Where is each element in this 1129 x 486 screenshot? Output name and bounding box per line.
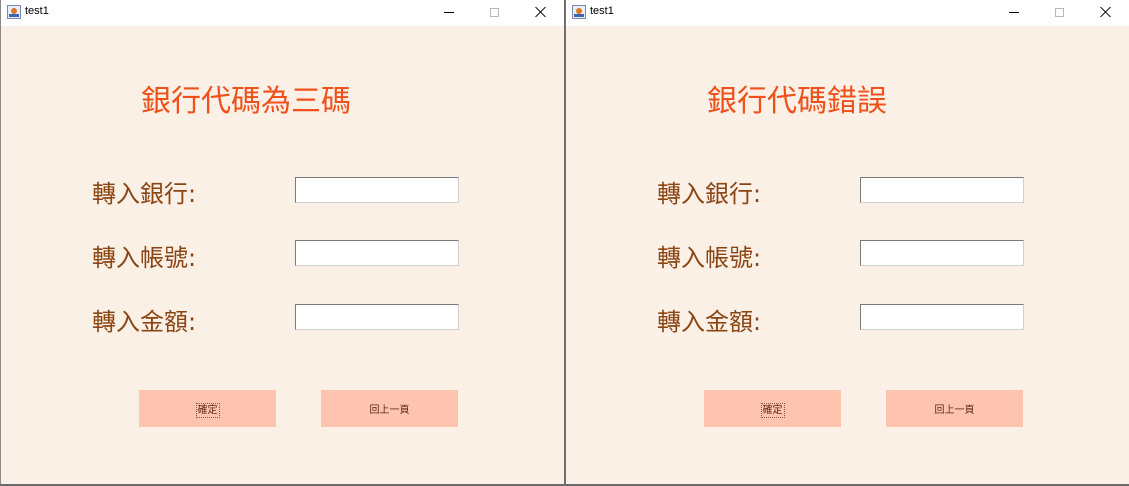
close-icon <box>1100 6 1112 18</box>
minimize-button[interactable] <box>991 0 1037 26</box>
close-icon <box>535 6 547 18</box>
label-bank: 轉入銀行: <box>92 180 197 208</box>
amount-input[interactable] <box>860 304 1024 330</box>
bank-input[interactable] <box>295 177 459 203</box>
bank-input[interactable] <box>860 177 1024 203</box>
label-account: 轉入帳號: <box>657 244 762 272</box>
label-account: 轉入帳號: <box>92 244 197 272</box>
minimize-icon <box>444 12 454 13</box>
confirm-button[interactable]: 確定 <box>139 390 276 427</box>
account-input[interactable] <box>860 240 1024 266</box>
window-bank-code-error: test1 銀行代碼錯誤 轉入銀行: 轉入帳號: 轉入金額: 確定 回上一頁 <box>566 0 1129 484</box>
label-amount: 轉入金額: <box>657 308 762 336</box>
maximize-icon <box>1055 8 1064 17</box>
title-bar[interactable]: test1 <box>566 0 1129 26</box>
account-input[interactable] <box>295 240 459 266</box>
maximize-button[interactable] <box>1037 0 1083 26</box>
window-title: test1 <box>590 5 614 17</box>
java-cup-icon <box>7 5 21 19</box>
page-heading: 銀行代碼錯誤 <box>707 84 887 119</box>
maximize-icon <box>490 8 499 17</box>
window-title: test1 <box>25 5 49 17</box>
back-button[interactable]: 回上一頁 <box>886 390 1023 427</box>
title-bar[interactable]: test1 <box>1 0 564 26</box>
back-button[interactable]: 回上一頁 <box>321 390 458 427</box>
label-amount: 轉入金額: <box>92 308 197 336</box>
page-heading: 銀行代碼為三碼 <box>141 84 351 119</box>
label-bank: 轉入銀行: <box>657 180 762 208</box>
confirm-button-label: 確定 <box>760 403 785 418</box>
maximize-button[interactable] <box>472 0 518 26</box>
confirm-button[interactable]: 確定 <box>704 390 841 427</box>
minimize-button[interactable] <box>426 0 472 26</box>
java-cup-icon <box>572 5 586 19</box>
close-button[interactable] <box>1083 0 1129 26</box>
amount-input[interactable] <box>295 304 459 330</box>
confirm-button-label: 確定 <box>195 403 220 418</box>
minimize-icon <box>1009 12 1019 13</box>
close-button[interactable] <box>518 0 564 26</box>
window-bank-code-three-digits: test1 銀行代碼為三碼 轉入銀行: 轉入帳號: 轉入金額: 確定 回上一頁 <box>0 0 564 484</box>
